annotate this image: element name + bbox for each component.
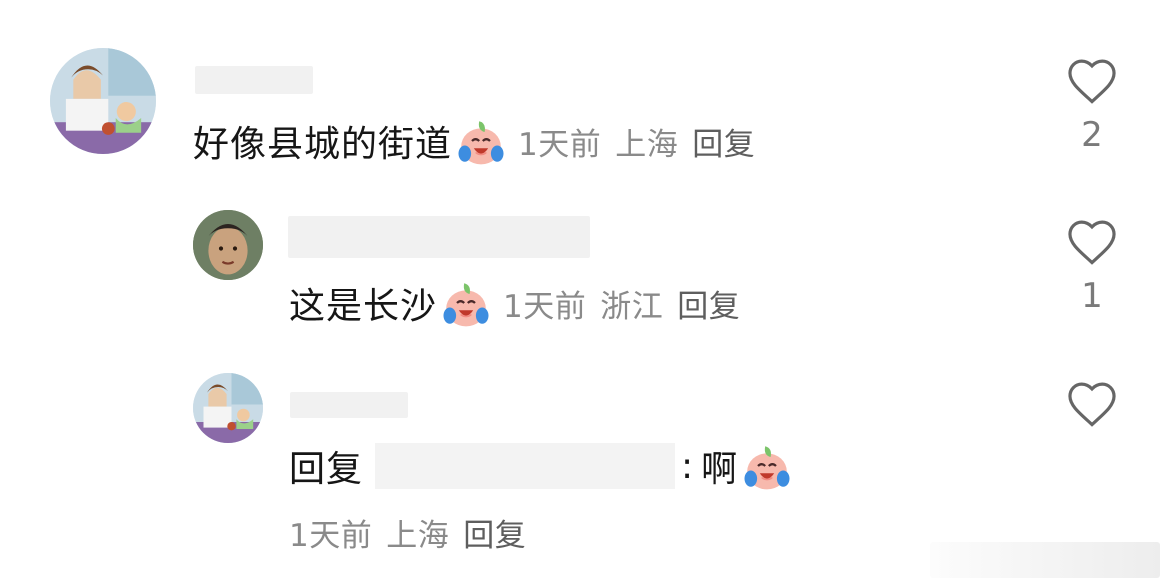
comment-text: 好像县城的街道 <box>193 124 453 165</box>
mentioned-user-redacted <box>375 443 676 489</box>
username-redacted <box>195 66 313 94</box>
like-count: 2 <box>1081 115 1103 155</box>
username-redacted <box>288 216 590 258</box>
comment-text: 啊 <box>701 449 739 490</box>
heart-outline-icon <box>1068 220 1116 265</box>
heart-outline-icon <box>1068 382 1116 427</box>
comment-location: 上海 <box>386 517 450 554</box>
like-count: 1 <box>1081 276 1103 316</box>
comment-time: 1天前 <box>503 288 587 325</box>
face-photo-avatar-icon <box>193 210 263 280</box>
cartoon-avatar-icon <box>50 48 156 154</box>
heart-outline-icon <box>1068 59 1116 104</box>
like-button[interactable]: 2 <box>1062 55 1122 155</box>
avatar[interactable] <box>193 210 263 280</box>
laughing-tears-peach-icon <box>439 276 493 330</box>
avatar[interactable] <box>50 48 156 154</box>
reply-button[interactable]: 回复 <box>692 119 755 164</box>
watermark-redacted <box>930 542 1160 578</box>
laughing-tears-peach-icon <box>740 439 794 493</box>
comment-location: 浙江 <box>600 288 664 325</box>
username-redacted <box>290 392 408 418</box>
reply-colon: : <box>681 445 694 487</box>
avatar[interactable] <box>193 373 263 443</box>
like-button[interactable]: 1 <box>1062 216 1122 316</box>
reply-button[interactable]: 回复 <box>463 510 526 555</box>
cartoon-avatar-icon <box>193 373 263 443</box>
comment-text: 这是长沙 <box>289 286 438 327</box>
reply-prefix: 回复 <box>289 449 364 490</box>
reply-button[interactable]: 回复 <box>677 281 740 326</box>
comment-time: 1天前 <box>289 517 373 554</box>
like-button[interactable] <box>1062 378 1122 428</box>
comment-time: 1天前 <box>518 126 602 163</box>
laughing-tears-peach-icon <box>454 114 508 168</box>
comment-location: 上海 <box>615 126 679 163</box>
